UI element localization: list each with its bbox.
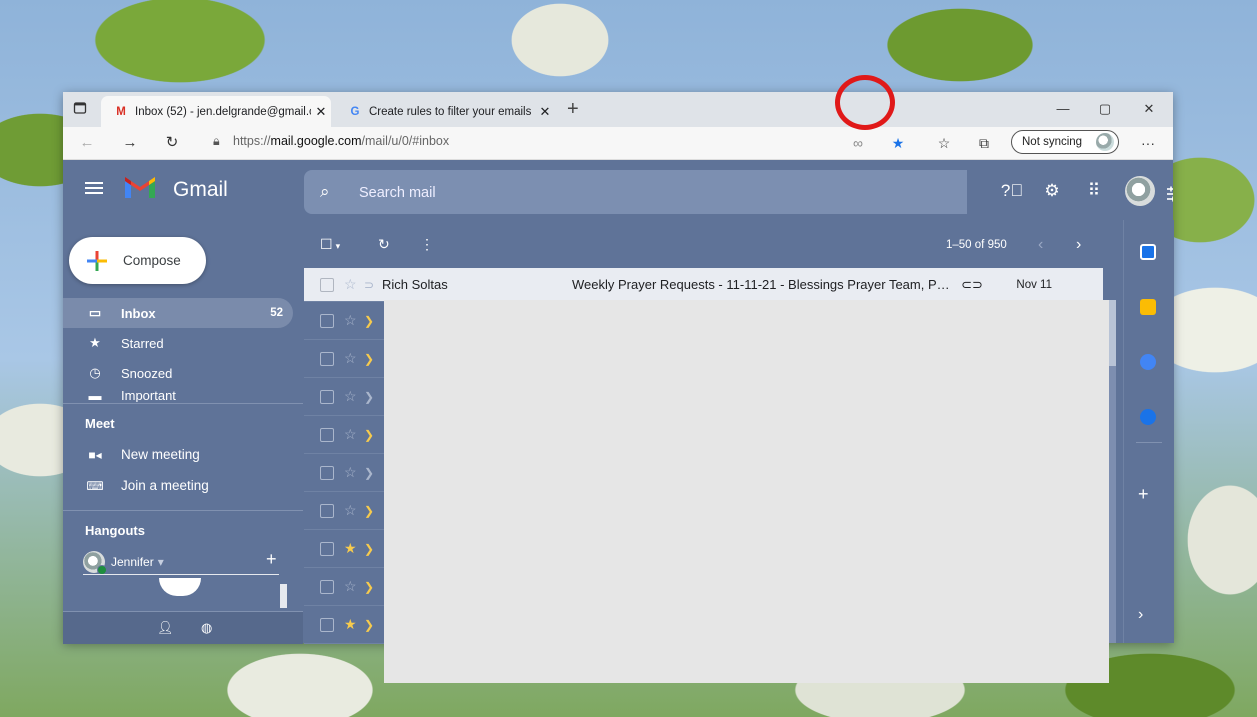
contacts-icon[interactable]: 👤︎ [157, 620, 174, 636]
star-toggle-icon[interactable]: ☆ [344, 502, 362, 519]
sidebar-item-starred[interactable]: ★ Starred [63, 328, 293, 358]
row-checkbox[interactable] [320, 465, 334, 480]
hangouts-scrollbar[interactable] [280, 584, 287, 608]
hangouts-divider [83, 574, 279, 575]
star-icon: ★ [89, 335, 101, 350]
side-divider [1136, 442, 1162, 443]
contacts-app-icon[interactable] [1140, 409, 1156, 425]
mail-scrollbar[interactable] [1108, 300, 1116, 643]
star-toggle-icon[interactable]: ☆ [344, 578, 362, 595]
keep-icon[interactable] [1140, 299, 1156, 315]
star-toggle-icon[interactable]: ★ [344, 540, 362, 557]
chat-bubble-icon [159, 578, 201, 596]
more-vert-icon[interactable]: ⋮ [420, 236, 434, 253]
label-icon: ▬ [88, 388, 102, 402]
new-meeting-button[interactable]: ■◂ New meeting [85, 447, 200, 462]
select-all-checkbox[interactable]: ☐ ▾ [320, 236, 340, 253]
divider [63, 510, 303, 511]
sidebar-item-inbox[interactable]: ▭ Inbox 52 [63, 298, 293, 328]
star-toggle-icon[interactable]: ☆ [344, 464, 362, 481]
important-marker-icon[interactable]: ⊃ [364, 278, 382, 292]
mail-date: Nov 11 [1016, 278, 1052, 291]
side-panel: + › [1123, 220, 1174, 643]
row-checkbox[interactable] [320, 617, 334, 632]
clock-icon: ◷ [89, 365, 101, 380]
next-page-icon[interactable]: › [1076, 236, 1081, 254]
important-marker-icon[interactable]: ❯ [364, 580, 382, 594]
hangouts-footer: 👤︎ ◍ [63, 611, 303, 644]
scroll-thumb[interactable] [1108, 300, 1116, 366]
sidebar-item-important[interactable]: ▬ Important [63, 388, 293, 402]
chevron-down-icon[interactable]: ▾ [336, 241, 341, 251]
important-marker-icon[interactable]: ❯ [364, 504, 382, 518]
important-marker-icon[interactable]: ❯ [364, 542, 382, 556]
star-toggle-icon[interactable]: ☆ [344, 426, 362, 443]
row-checkbox[interactable] [320, 427, 334, 442]
hangouts-user-name: Jennifer [111, 555, 154, 569]
tasks-icon[interactable] [1140, 354, 1156, 370]
row-checkbox[interactable] [320, 313, 334, 328]
sidebar-item-label: Starred [121, 335, 164, 351]
keyboard-icon: ⌨ [86, 478, 104, 493]
important-marker-icon[interactable]: ❯ [364, 314, 382, 328]
meet-title: Meet [85, 416, 115, 431]
important-marker-icon[interactable]: ❯ [364, 428, 382, 442]
video-camera-icon: ■◂ [88, 447, 102, 462]
hangouts-title: Hangouts [85, 523, 145, 538]
row-checkbox[interactable] [320, 541, 334, 556]
inbox-icon: ▭ [88, 305, 102, 320]
pagination-label: 1–50 of 950 [946, 239, 1007, 251]
important-marker-icon[interactable]: ❯ [364, 352, 382, 366]
chat-icon[interactable]: ◍ [201, 620, 212, 636]
row-checkbox[interactable] [320, 579, 334, 594]
sidebar-item-label: Inbox [121, 305, 156, 321]
attachment-icon: ⊂⊃ [961, 276, 983, 292]
calendar-icon[interactable] [1140, 244, 1156, 260]
star-toggle-icon[interactable]: ☆ [344, 312, 362, 329]
divider [63, 403, 303, 404]
row-checkbox[interactable] [320, 503, 334, 518]
star-toggle-icon[interactable]: ☆ [344, 350, 362, 367]
compose-button[interactable]: Compose [69, 237, 206, 284]
list-toolbar: ☐ ▾ ↻ ⋮ 1–50 of 950 ‹ › [304, 230, 1110, 266]
compose-plus-icon [85, 249, 109, 273]
overlay-panel [384, 300, 1109, 683]
join-meeting-button[interactable]: ⌨ Join a meeting [85, 478, 209, 493]
sidebar-item-label: Snoozed [121, 365, 173, 381]
row-checkbox[interactable] [320, 389, 334, 404]
folder-list: ▭ Inbox 52 ★ Starred ◷ Snoozed ▬ Importa… [63, 298, 293, 402]
star-toggle-icon[interactable]: ★ [344, 616, 362, 633]
row-checkbox[interactable] [320, 351, 334, 366]
sidebar-item-snoozed[interactable]: ◷ Snoozed [63, 358, 293, 388]
new-conversation-button[interactable]: + [266, 549, 277, 570]
gmail-body: Compose ▭ Inbox 52 ★ Starred ◷ Snoozed ▬… [63, 92, 1174, 683]
star-toggle-icon[interactable]: ☆ [344, 388, 362, 405]
important-marker-icon[interactable]: ❯ [364, 390, 382, 404]
show-side-panel-icon[interactable]: › [1138, 606, 1143, 624]
refresh-icon[interactable]: ↻ [378, 236, 390, 253]
overlay-panel-extension [384, 643, 1109, 683]
new-meeting-label: New meeting [121, 447, 200, 462]
hangouts-user[interactable]: Jennifer ▾ [83, 551, 164, 575]
star-toggle-icon[interactable]: ☆ [344, 276, 362, 293]
join-meeting-label: Join a meeting [121, 478, 209, 493]
important-marker-icon[interactable]: ❯ [364, 466, 382, 480]
compose-label: Compose [123, 253, 181, 268]
mail-subject: Weekly Prayer Requests - 11-11-21 - Bles… [572, 277, 952, 292]
mail-row[interactable]: ☆ ⊃ Rich Soltas Weekly Prayer Requests -… [304, 268, 1103, 302]
row-checkbox[interactable] [320, 277, 334, 292]
hangouts-avatar [83, 551, 107, 575]
prev-page-icon[interactable]: ‹ [1038, 236, 1043, 254]
sidebar-item-label: Important [121, 388, 176, 402]
important-marker-icon[interactable]: ❯ [364, 618, 382, 632]
chevron-down-icon[interactable]: ▾ [158, 555, 164, 569]
unread-count: 52 [270, 307, 283, 319]
get-addons-button[interactable]: + [1138, 484, 1149, 505]
mail-sender: Rich Soltas [382, 277, 448, 292]
